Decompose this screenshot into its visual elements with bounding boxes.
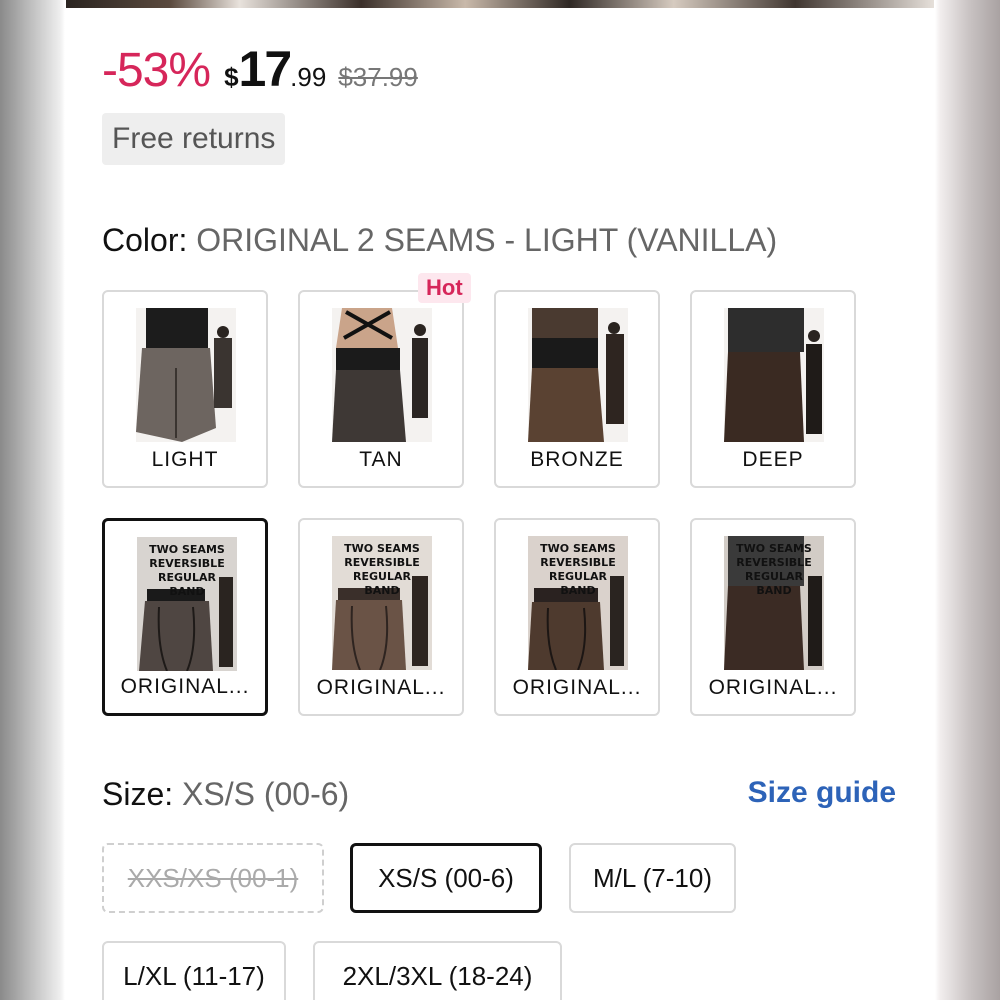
swatch-image: TWO SEAMS REVERSIBLE REGULAR BAND — [332, 536, 432, 670]
swatch-label: BRONZE — [530, 448, 624, 471]
product-panel: -53% $ 17 .99 $37.99 Free returns Color:… — [66, 0, 934, 1000]
size-option-l-xl[interactable]: L/XL (11-17) — [102, 941, 286, 1000]
color-swatch-original-1[interactable]: TWO SEAMS REVERSIBLE REGULAR BAND ORIGINAL… — [102, 518, 268, 716]
swatch-label: ORIGINAL... — [316, 676, 446, 699]
color-swatch-tan[interactable]: TAN — [298, 290, 464, 488]
swatch-image — [332, 308, 432, 442]
swatch-image — [136, 308, 236, 442]
size-option-xxs-xs[interactable]: XXS/XS (00-1) — [102, 843, 324, 913]
color-swatch-original-4[interactable]: TWO SEAMS REVERSIBLE REGULAR BAND ORIGINAL… — [690, 518, 856, 716]
selected-color-value: ORIGINAL 2 SEAMS - LIGHT (VANILLA) — [196, 222, 778, 258]
swatch-label: TAN — [359, 448, 403, 471]
color-heading: Color: ORIGINAL 2 SEAMS - LIGHT (VANILLA… — [102, 222, 777, 259]
swatch-label: LIGHT — [151, 448, 219, 471]
swatch-image: TWO SEAMS REVERSIBLE REGULAR BAND — [137, 537, 237, 671]
product-image-strip — [66, 0, 934, 8]
color-swatch-light[interactable]: LIGHT — [102, 290, 268, 488]
size-option-m-l[interactable]: M/L (7-10) — [569, 843, 736, 913]
swatch-image: TWO SEAMS REVERSIBLE REGULAR BAND — [528, 536, 628, 670]
size-heading: Size: XS/S (00-6) — [102, 776, 349, 813]
swatch-banner-text: TWO SEAMS REVERSIBLE REGULAR BAND — [344, 542, 420, 597]
price-currency: $ — [224, 62, 239, 92]
color-label: Color: — [102, 222, 188, 258]
swatch-banner-text: TWO SEAMS REVERSIBLE REGULAR BAND — [540, 542, 616, 597]
hot-badge: Hot — [418, 273, 471, 303]
swatch-banner-text: TWO SEAMS REVERSIBLE REGULAR BAND — [736, 542, 812, 597]
swatch-label: ORIGINAL... — [512, 676, 642, 699]
color-swatch-original-2[interactable]: TWO SEAMS REVERSIBLE REGULAR BAND ORIGINAL… — [298, 518, 464, 716]
size-label: Size: — [102, 776, 174, 812]
size-option-2xl-3xl[interactable]: 2XL/3XL (18-24) — [313, 941, 562, 1000]
size-option-xs-s[interactable]: XS/S (00-6) — [350, 843, 542, 913]
free-returns-badge: Free returns — [102, 113, 286, 165]
swatch-image: TWO SEAMS REVERSIBLE REGULAR BAND — [724, 536, 824, 670]
swatch-label: ORIGINAL... — [708, 676, 838, 699]
swatch-image — [528, 308, 628, 442]
original-price: $37.99 — [338, 62, 418, 92]
size-guide-link[interactable]: Size guide — [748, 776, 896, 810]
discount-percent: -53% — [102, 44, 211, 97]
swatch-banner-text: TWO SEAMS REVERSIBLE REGULAR BAND — [149, 543, 225, 598]
color-swatch-original-3[interactable]: TWO SEAMS REVERSIBLE REGULAR BAND ORIGINAL… — [494, 518, 660, 716]
price-row: -53% $ 17 .99 $37.99 — [102, 40, 418, 98]
color-swatch-deep[interactable]: DEEP — [690, 290, 856, 488]
price-integer: 17 — [238, 41, 293, 97]
price-decimal: .99 — [290, 62, 327, 92]
selected-size-value: XS/S (00-6) — [182, 776, 350, 812]
swatch-label: ORIGINAL... — [120, 675, 250, 698]
color-swatch-bronze[interactable]: BRONZE — [494, 290, 660, 488]
swatch-label: DEEP — [742, 448, 804, 471]
swatch-image — [724, 308, 824, 442]
